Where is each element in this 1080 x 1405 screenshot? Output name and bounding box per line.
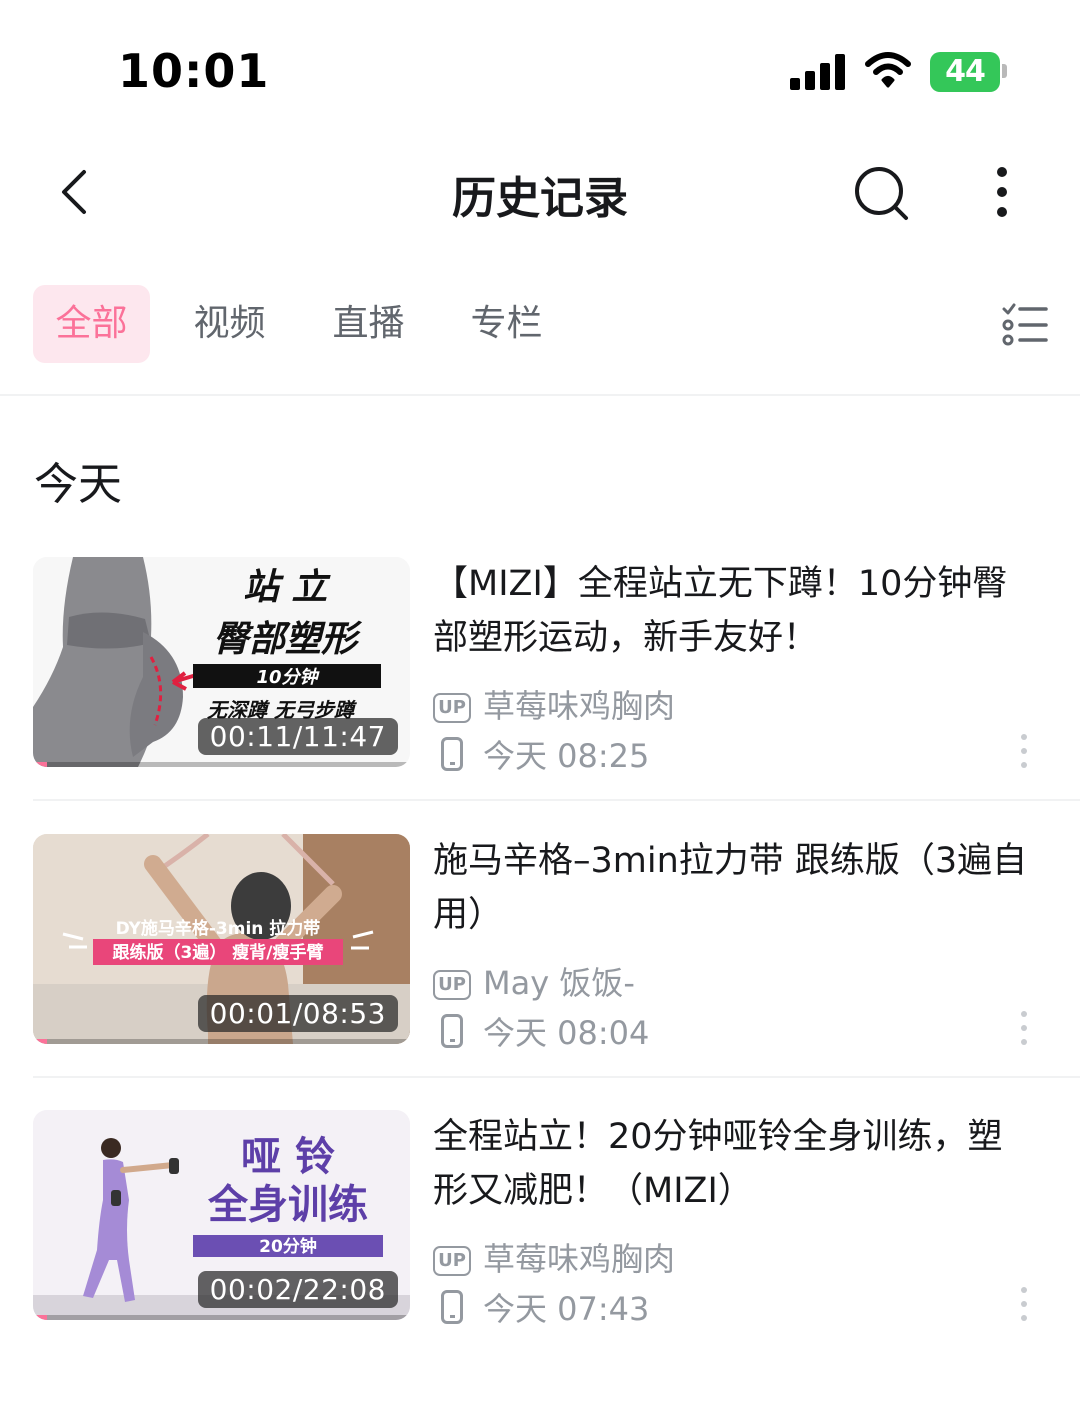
item-divider [33, 1076, 1080, 1078]
progress-fill [33, 1039, 47, 1044]
wifi-icon [865, 52, 911, 88]
progress-track [33, 1039, 410, 1044]
cellular-signal-icon [790, 54, 846, 90]
uploader-name: May 饭饭- [483, 964, 635, 1002]
tab-all[interactable]: 全部 [33, 285, 150, 363]
back-icon[interactable] [50, 162, 100, 222]
thumb-text-2: 跟练版（3遍） 瘦背/瘦手臂 [113, 942, 324, 963]
video-title[interactable]: 全程站立！20分钟哑铃全身训练，塑形又减肥！（MIZI） [433, 1110, 1033, 1218]
video-thumbnail[interactable]: 站 立 臀部塑形 10分钟 无深蹲 无弓步蹲 00:11/11:47 [33, 557, 410, 767]
page-title: 历史记录 [452, 173, 628, 224]
history-screen: 10:01 44 历史记录 全部 视频 直播 专栏 今天 站 立 臀部塑形 10… [0, 0, 1080, 1405]
phone-device-icon [441, 1014, 463, 1048]
item-more-icon[interactable] [1014, 1284, 1034, 1328]
watch-time: 今天 08:04 [483, 1014, 650, 1052]
nav-bar: 历史记录 [0, 140, 1080, 250]
more-options-icon[interactable] [982, 162, 1022, 226]
progress-fill [33, 1315, 47, 1320]
history-item[interactable]: 哑 铃 全身训练 20分钟 00:02/22:08 全程站立！20分钟哑铃全身训… [0, 1110, 1080, 1370]
tab-video[interactable]: 视频 [172, 285, 287, 363]
thumb-text-2: 臀部塑形 [213, 619, 363, 660]
filter-list-icon[interactable] [1000, 303, 1050, 347]
watch-time-row: 今天 07:43 [433, 1284, 649, 1330]
battery-level: 44 [945, 54, 986, 89]
status-time: 10:01 [118, 44, 270, 98]
tabs-divider [0, 394, 1080, 396]
video-thumbnail[interactable]: DY施马辛格-3min 拉力带 跟练版（3遍） 瘦背/瘦手臂 00:01/08:… [33, 834, 410, 1044]
watch-time: 今天 08:25 [483, 737, 650, 775]
tab-bar: 全部 视频 直播 专栏 [0, 285, 1080, 365]
video-thumbnail[interactable]: 哑 铃 全身训练 20分钟 00:02/22:08 [33, 1110, 410, 1320]
search-icon[interactable] [850, 162, 914, 226]
video-title[interactable]: 【MIZI】全程站立无下蹲！10分钟臀部塑形运动，新手友好！ [433, 557, 1033, 665]
item-more-icon[interactable] [1014, 1008, 1034, 1052]
tab-column[interactable]: 专栏 [449, 285, 564, 363]
watch-time: 今天 07:43 [483, 1290, 650, 1328]
uploader-row[interactable]: UP 草莓味鸡胸肉 [433, 1234, 675, 1280]
thumb-text-1: 站 立 [243, 567, 332, 608]
progress-track [33, 762, 410, 767]
progress-fill [33, 762, 47, 767]
up-badge-icon: UP [433, 693, 471, 723]
phone-device-icon [441, 1290, 463, 1324]
section-title-today: 今天 [34, 459, 122, 510]
thumb-text-3: 10分钟 [256, 667, 320, 688]
thumb-text-1: DY施马辛格-3min 拉力带 [116, 918, 321, 939]
uploader-name: 草莓味鸡胸肉 [483, 687, 676, 725]
item-more-icon[interactable] [1014, 731, 1034, 775]
uploader-row[interactable]: UP May 饭饭- [433, 958, 635, 1004]
progress-track [33, 1315, 410, 1320]
uploader-row[interactable]: UP 草莓味鸡胸肉 [433, 681, 675, 727]
thumb-text-2: 全身训练 [207, 1182, 368, 1228]
battery-tip [1002, 64, 1007, 78]
thumb-text-1: 哑 铃 [241, 1134, 335, 1180]
phone-device-icon [441, 737, 463, 771]
play-progress-time: 00:11/11:47 [197, 718, 398, 755]
watch-time-row: 今天 08:25 [433, 731, 649, 777]
up-badge-icon: UP [433, 970, 471, 1000]
up-badge-icon: UP [433, 1246, 471, 1276]
history-item[interactable]: 站 立 臀部塑形 10分钟 无深蹲 无弓步蹲 00:11/11:47 【MIZI… [0, 557, 1080, 817]
thumb-text-3: 20分钟 [259, 1236, 317, 1257]
play-progress-time: 00:02/22:08 [197, 1271, 398, 1308]
battery-icon: 44 [930, 52, 1000, 92]
play-progress-time: 00:01/08:53 [197, 995, 398, 1032]
tab-live[interactable]: 直播 [311, 285, 426, 363]
uploader-name: 草莓味鸡胸肉 [483, 1240, 676, 1278]
item-divider [33, 799, 1080, 801]
status-bar: 10:01 44 [0, 0, 1080, 140]
history-item[interactable]: DY施马辛格-3min 拉力带 跟练版（3遍） 瘦背/瘦手臂 00:01/08:… [0, 834, 1080, 1094]
watch-time-row: 今天 08:04 [433, 1008, 649, 1054]
video-title[interactable]: 施马辛格–3min拉力带 跟练版（3遍自用） [433, 834, 1033, 942]
